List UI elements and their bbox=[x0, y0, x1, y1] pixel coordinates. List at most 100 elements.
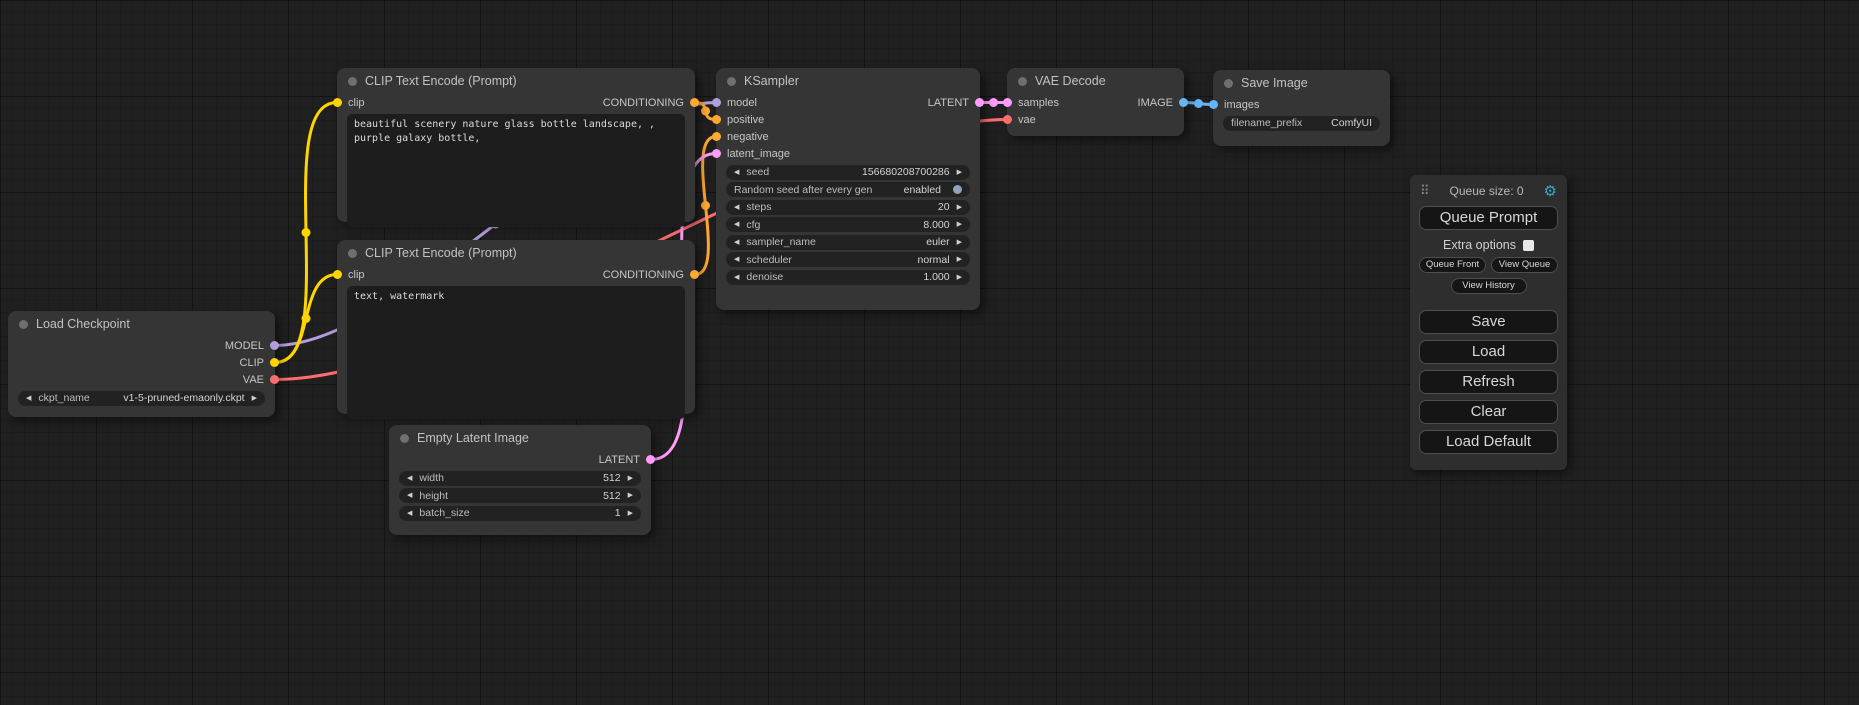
input-slot-dot-images[interactable] bbox=[1209, 100, 1218, 109]
combo-left-arrow-icon[interactable]: ◀ bbox=[734, 169, 739, 176]
input-slot-dot-positive[interactable] bbox=[712, 115, 721, 124]
widget-label: sampler_name bbox=[746, 236, 815, 248]
node-title-bar[interactable]: KSampler bbox=[716, 68, 980, 94]
denoise-combo-widget[interactable]: ◀ denoise 1.000 ▶ bbox=[726, 270, 970, 285]
node-title-bar[interactable]: CLIP Text Encode (Prompt) bbox=[337, 68, 695, 94]
node-save-image[interactable]: Save Image images filename_prefix ComfyU… bbox=[1213, 70, 1390, 146]
prompt-textarea[interactable]: beautiful scenery nature glass bottle la… bbox=[347, 114, 685, 227]
input-slot-dot-vae[interactable] bbox=[1003, 115, 1012, 124]
save-button[interactable]: Save bbox=[1419, 310, 1558, 334]
cfg-combo-widget[interactable]: ◀ cfg 8.000 ▶ bbox=[726, 217, 970, 232]
combo-right-arrow-icon[interactable]: ▶ bbox=[252, 395, 257, 402]
node-status-dot bbox=[19, 320, 28, 329]
input-slot-dot-clip[interactable] bbox=[333, 98, 342, 107]
slot-row: images bbox=[1213, 96, 1390, 113]
node-empty-latent-image[interactable]: Empty Latent Image LATENT ◀ width 512 ▶ … bbox=[389, 425, 651, 535]
widget-label: seed bbox=[746, 166, 769, 178]
node-title-bar[interactable]: Empty Latent Image bbox=[389, 425, 651, 451]
ckpt-name-combo-widget[interactable]: ◀ ckpt_name v1-5-pruned-emaonly.ckpt ▶ bbox=[18, 391, 265, 406]
output-slot-dot-model[interactable] bbox=[270, 341, 279, 350]
combo-right-arrow-icon[interactable]: ▶ bbox=[957, 256, 962, 263]
output-slot-label: CONDITIONING bbox=[603, 97, 684, 109]
input-slot-label: negative bbox=[727, 131, 769, 143]
node-clip-text-encode-negative[interactable]: CLIP Text Encode (Prompt) clip CONDITION… bbox=[337, 240, 695, 414]
steps-combo-widget[interactable]: ◀ steps 20 ▶ bbox=[726, 200, 970, 215]
node-title-bar[interactable]: Load Checkpoint bbox=[8, 311, 275, 337]
view-queue-button[interactable]: View Queue bbox=[1491, 257, 1558, 273]
combo-right-arrow-icon[interactable]: ▶ bbox=[957, 169, 962, 176]
combo-left-arrow-icon[interactable]: ◀ bbox=[734, 221, 739, 228]
output-slot-dot-conditioning[interactable] bbox=[690, 270, 699, 279]
scheduler-combo-widget[interactable]: ◀ scheduler normal ▶ bbox=[726, 252, 970, 267]
node-vae-decode[interactable]: VAE Decode samples IMAGE vae bbox=[1007, 68, 1184, 136]
combo-right-arrow-icon[interactable]: ▶ bbox=[628, 510, 633, 517]
load-default-button[interactable]: Load Default bbox=[1419, 430, 1558, 454]
prompt-textarea[interactable]: text, watermark bbox=[347, 286, 685, 419]
toggle-knob-icon[interactable] bbox=[953, 185, 962, 194]
refresh-button[interactable]: Refresh bbox=[1419, 370, 1558, 394]
input-slot-dot-latent-image[interactable] bbox=[712, 149, 721, 158]
combo-right-arrow-icon[interactable]: ▶ bbox=[957, 274, 962, 281]
link-midpoint-dot[interactable] bbox=[989, 98, 998, 107]
widget-value: 512 bbox=[603, 490, 621, 502]
node-title-bar[interactable]: Save Image bbox=[1213, 70, 1390, 96]
output-slot-dot-image[interactable] bbox=[1179, 98, 1188, 107]
batch-size-combo-widget[interactable]: ◀ batch_size 1 ▶ bbox=[399, 506, 641, 521]
combo-left-arrow-icon[interactable]: ◀ bbox=[407, 475, 412, 482]
random-seed-toggle-widget[interactable]: Random seed after every gen enabled bbox=[726, 182, 970, 197]
input-slot-dot-samples[interactable] bbox=[1003, 98, 1012, 107]
output-slot-dot-latent[interactable] bbox=[646, 455, 655, 464]
link-midpoint-dot[interactable] bbox=[302, 228, 311, 237]
combo-left-arrow-icon[interactable]: ◀ bbox=[407, 510, 412, 517]
combo-left-arrow-icon[interactable]: ◀ bbox=[407, 492, 412, 499]
node-title-bar[interactable]: CLIP Text Encode (Prompt) bbox=[337, 240, 695, 266]
menu-separator bbox=[1419, 296, 1558, 304]
node-title-bar[interactable]: VAE Decode bbox=[1007, 68, 1184, 94]
combo-left-arrow-icon[interactable]: ◀ bbox=[734, 239, 739, 246]
output-slot-dot-vae[interactable] bbox=[270, 375, 279, 384]
queue-front-button[interactable]: Queue Front bbox=[1419, 257, 1486, 273]
filename-prefix-text-widget[interactable]: filename_prefix ComfyUI bbox=[1223, 116, 1380, 131]
seed-combo-widget[interactable]: ◀ seed 156680208700286 ▶ bbox=[726, 165, 970, 180]
output-slot-dot-latent[interactable] bbox=[975, 98, 984, 107]
link-midpoint-dot[interactable] bbox=[701, 201, 710, 210]
combo-left-arrow-icon[interactable]: ◀ bbox=[734, 256, 739, 263]
drag-handle-icon[interactable]: ⠿ bbox=[1420, 183, 1430, 199]
link-midpoint-dot[interactable] bbox=[302, 314, 311, 323]
output-slot-dot-clip[interactable] bbox=[270, 358, 279, 367]
input-slot-dot-negative[interactable] bbox=[712, 132, 721, 141]
combo-right-arrow-icon[interactable]: ▶ bbox=[628, 492, 633, 499]
view-history-button[interactable]: View History bbox=[1451, 278, 1527, 294]
clear-button[interactable]: Clear bbox=[1419, 400, 1558, 424]
input-slot-dot-model[interactable] bbox=[712, 98, 721, 107]
input-slot-label: samples bbox=[1018, 97, 1059, 109]
settings-gear-icon[interactable]: ⚙ bbox=[1544, 182, 1557, 200]
node-load-checkpoint[interactable]: Load Checkpoint MODEL CLIP VAE ◀ ckpt_na… bbox=[8, 311, 275, 417]
output-slot-label: MODEL bbox=[225, 340, 264, 352]
slot-row: model LATENT bbox=[716, 94, 980, 111]
link-midpoint-dot[interactable] bbox=[701, 107, 710, 116]
widget-value: 20 bbox=[938, 201, 950, 213]
slot-row: VAE bbox=[8, 371, 275, 388]
combo-right-arrow-icon[interactable]: ▶ bbox=[957, 239, 962, 246]
combo-left-arrow-icon[interactable]: ◀ bbox=[26, 395, 31, 402]
node-title: Load Checkpoint bbox=[36, 317, 130, 331]
combo-right-arrow-icon[interactable]: ▶ bbox=[957, 204, 962, 211]
sampler-name-combo-widget[interactable]: ◀ sampler_name euler ▶ bbox=[726, 235, 970, 250]
height-combo-widget[interactable]: ◀ height 512 ▶ bbox=[399, 488, 641, 503]
node-ksampler[interactable]: KSampler model LATENT positive negative … bbox=[716, 68, 980, 310]
widget-value: euler bbox=[926, 236, 949, 248]
node-clip-text-encode-positive[interactable]: CLIP Text Encode (Prompt) clip CONDITION… bbox=[337, 68, 695, 222]
combo-left-arrow-icon[interactable]: ◀ bbox=[734, 204, 739, 211]
combo-right-arrow-icon[interactable]: ▶ bbox=[628, 475, 633, 482]
node-status-dot bbox=[1224, 79, 1233, 88]
link-midpoint-dot[interactable] bbox=[1194, 99, 1203, 108]
queue-prompt-button[interactable]: Queue Prompt bbox=[1419, 206, 1558, 230]
extra-options-checkbox[interactable] bbox=[1523, 240, 1534, 251]
load-button[interactable]: Load bbox=[1419, 340, 1558, 364]
output-slot-dot-conditioning[interactable] bbox=[690, 98, 699, 107]
width-combo-widget[interactable]: ◀ width 512 ▶ bbox=[399, 471, 641, 486]
combo-right-arrow-icon[interactable]: ▶ bbox=[957, 221, 962, 228]
input-slot-dot-clip[interactable] bbox=[333, 270, 342, 279]
combo-left-arrow-icon[interactable]: ◀ bbox=[734, 274, 739, 281]
